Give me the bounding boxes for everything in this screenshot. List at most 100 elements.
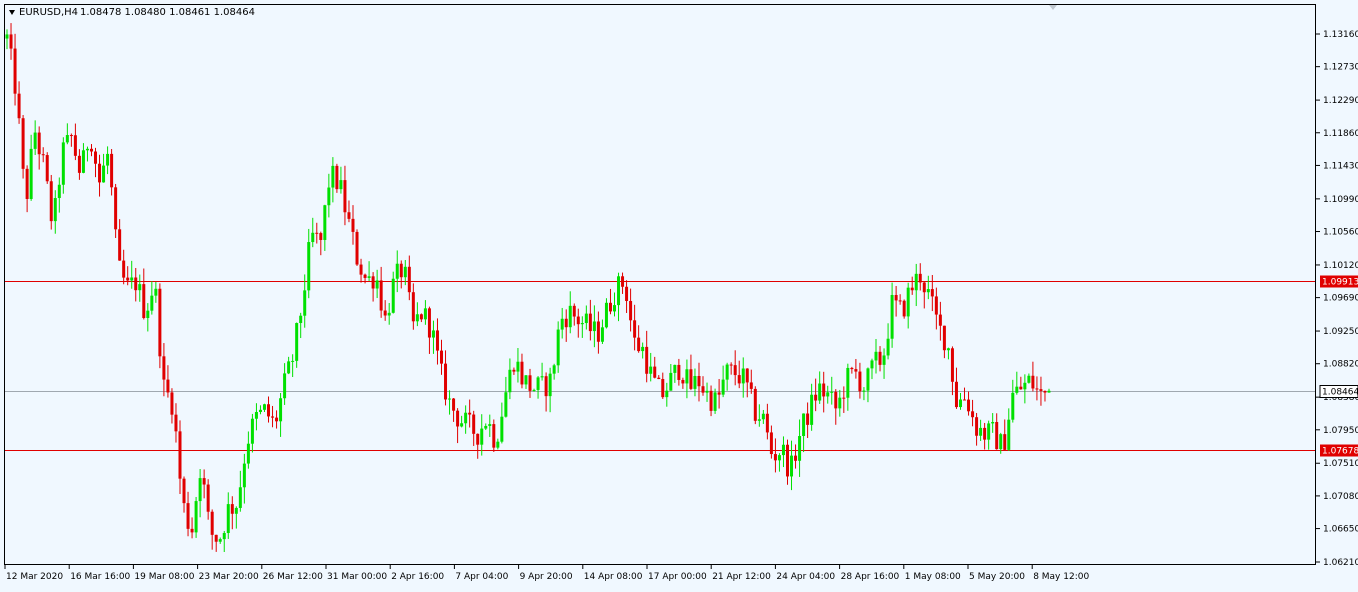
candle-down [938, 314, 942, 326]
chart-area[interactable]: 1.13160 1.12730 1.12290 1.11860 1.11430 1.109… [0, 0, 1358, 588]
candle-down [894, 294, 898, 301]
candle-up [65, 135, 69, 143]
candle-up [741, 368, 745, 384]
x-tick-label: 19 Mar 08:00 [134, 572, 194, 582]
y-tick-label: 1.09250 [1323, 327, 1358, 337]
candle-up [375, 280, 379, 289]
candle-down [351, 218, 355, 232]
candlestick-chart[interactable]: 1.13160 1.12730 1.12290 1.11860 1.11430 1.109… [0, 0, 1358, 588]
candle-down [210, 511, 214, 535]
candle-up [838, 397, 842, 409]
candle-down [411, 292, 415, 322]
candle-down [17, 93, 21, 119]
candle-down [1039, 389, 1043, 391]
candle-up [150, 295, 154, 311]
candle-up [818, 383, 822, 401]
candle-up [641, 346, 645, 352]
y-tick-label: 1.13160 [1323, 30, 1358, 40]
candle-down [114, 187, 118, 230]
candle-down [419, 314, 423, 320]
candle-down [769, 432, 773, 455]
candle-up [946, 348, 950, 351]
candle-down [492, 424, 496, 448]
y-tick-label: 1.12290 [1323, 96, 1358, 106]
y-tick-label: 1.07510 [1323, 459, 1358, 469]
candle-up [798, 436, 802, 461]
candle-up [604, 302, 608, 328]
candle-up [484, 425, 488, 429]
candle-down [910, 287, 914, 291]
candle-up [339, 180, 343, 190]
candle-up [480, 428, 484, 445]
candle-up [721, 379, 725, 395]
candle-down [785, 444, 789, 477]
candle-up [540, 376, 544, 378]
level-tag-label: 1.09913 [1322, 278, 1358, 288]
candle-down [950, 348, 954, 382]
y-tick-label: 1.11430 [1323, 161, 1358, 171]
candle-down [444, 363, 448, 400]
candle-down [934, 296, 938, 315]
candle-up [85, 148, 89, 151]
candle-up [311, 232, 315, 243]
level-tag-label: 1.07678 [1322, 447, 1358, 457]
candle-up [102, 165, 106, 183]
candle-up [665, 390, 669, 398]
candle-up [516, 361, 520, 372]
x-tick-label: 5 May 20:00 [969, 572, 1025, 582]
candle-up [1015, 386, 1019, 393]
candle-up [866, 368, 870, 391]
candle-down [963, 399, 967, 401]
candle-up [262, 404, 266, 410]
candle-down [572, 305, 576, 317]
candle-down [922, 282, 926, 293]
candle-down [359, 264, 363, 275]
candle-down [878, 351, 882, 365]
candle-up [705, 390, 709, 393]
candle-down [427, 308, 431, 338]
candle-down [753, 388, 757, 421]
candle-down [858, 371, 862, 392]
x-tick-label: 1 May 08:00 [905, 572, 961, 582]
candle-up [556, 329, 560, 366]
candle-up [862, 390, 866, 392]
y-tick-label: 1.11860 [1323, 129, 1358, 139]
x-tick-label: 24 Apr 04:00 [776, 572, 835, 582]
candle-down [178, 431, 182, 479]
candle-up [926, 289, 930, 293]
candle-down [190, 528, 194, 533]
x-tick-label: 17 Apr 00:00 [648, 572, 707, 582]
candle-down [806, 413, 810, 425]
y-tick-label: 1.09690 [1323, 294, 1358, 304]
candle-down [645, 346, 649, 374]
candle-down [850, 367, 854, 370]
candle-up [222, 533, 226, 540]
candle-down [122, 260, 126, 278]
candle-down [564, 318, 568, 328]
x-tick-label: 14 Apr 08:00 [584, 572, 643, 582]
candle-up [649, 366, 653, 374]
candle-down [13, 48, 17, 94]
candle-up [846, 367, 850, 398]
candle-down [186, 503, 190, 529]
candle-up [448, 398, 452, 400]
candle-down [343, 180, 347, 213]
y-tick-label: 1.10120 [1323, 261, 1358, 271]
candle-down [166, 379, 170, 393]
candle-up [194, 501, 198, 533]
candle-down [230, 504, 234, 514]
candle-up [106, 153, 110, 166]
candle-down [452, 398, 456, 411]
x-tick-label: 31 Mar 00:00 [327, 572, 387, 582]
candle-down [608, 302, 612, 312]
candle-up [979, 427, 983, 436]
candle-down [407, 266, 411, 293]
candle-down [73, 135, 77, 156]
candle-down [995, 421, 999, 450]
candle-down [49, 181, 53, 222]
candle-up [886, 338, 890, 356]
candle-down [142, 284, 146, 319]
candle-down [729, 364, 733, 366]
y-tick-label: 1.07080 [1323, 492, 1358, 502]
candle-up [906, 287, 910, 317]
